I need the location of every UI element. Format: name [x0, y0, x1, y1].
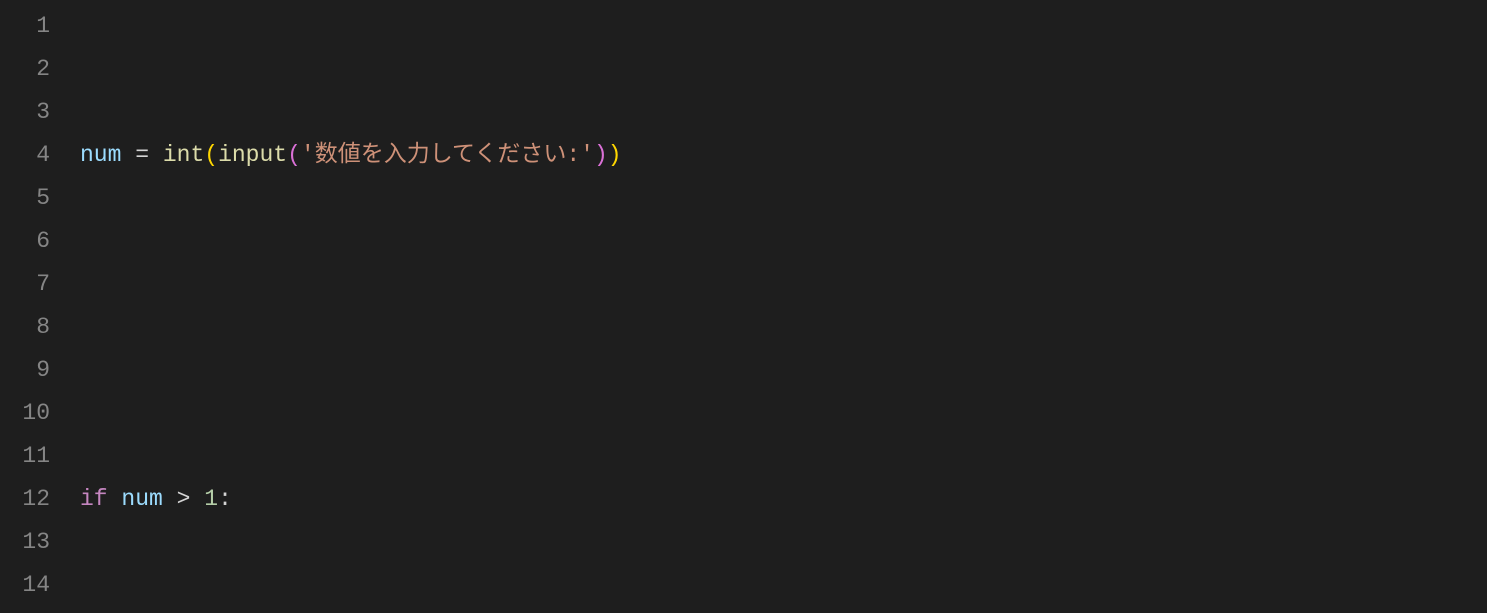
token-builtin: int [163, 142, 204, 168]
token-paren: ( [204, 142, 218, 168]
token-builtin: input [218, 142, 287, 168]
token-keyword: if [80, 486, 108, 512]
line-number: 11 [0, 435, 50, 478]
code-line[interactable]: if num > 1: [80, 478, 1487, 521]
code-line[interactable]: num = int(input('数値を入力してください:')) [80, 134, 1487, 177]
token-paren: ( [287, 142, 301, 168]
token-space [108, 486, 122, 512]
line-number: 3 [0, 91, 50, 134]
token-number: 1 [204, 486, 218, 512]
line-number: 14 [0, 564, 50, 607]
token-paren: ) [594, 142, 608, 168]
line-number-gutter: 1 2 3 4 5 6 7 8 9 10 11 12 13 14 [0, 0, 80, 613]
line-number: 4 [0, 134, 50, 177]
line-number: 2 [0, 48, 50, 91]
code-area[interactable]: num = int(input('数値を入力してください:')) if num … [80, 0, 1487, 613]
token-paren: ) [608, 142, 622, 168]
line-number: 6 [0, 220, 50, 263]
line-number: 1 [0, 5, 50, 48]
token-punct: : [218, 486, 232, 512]
line-number: 9 [0, 349, 50, 392]
token-variable: num [80, 142, 121, 168]
line-number: 13 [0, 521, 50, 564]
token-operator: > [163, 486, 204, 512]
token-variable: num [121, 486, 162, 512]
code-line[interactable] [80, 306, 1487, 349]
line-number: 5 [0, 177, 50, 220]
code-editor[interactable]: 1 2 3 4 5 6 7 8 9 10 11 12 13 14 num = i… [0, 0, 1487, 613]
line-number: 10 [0, 392, 50, 435]
token-string: '数値を入力してください:' [301, 142, 594, 168]
line-number: 7 [0, 263, 50, 306]
token-operator: = [121, 142, 162, 168]
line-number: 8 [0, 306, 50, 349]
line-number: 12 [0, 478, 50, 521]
